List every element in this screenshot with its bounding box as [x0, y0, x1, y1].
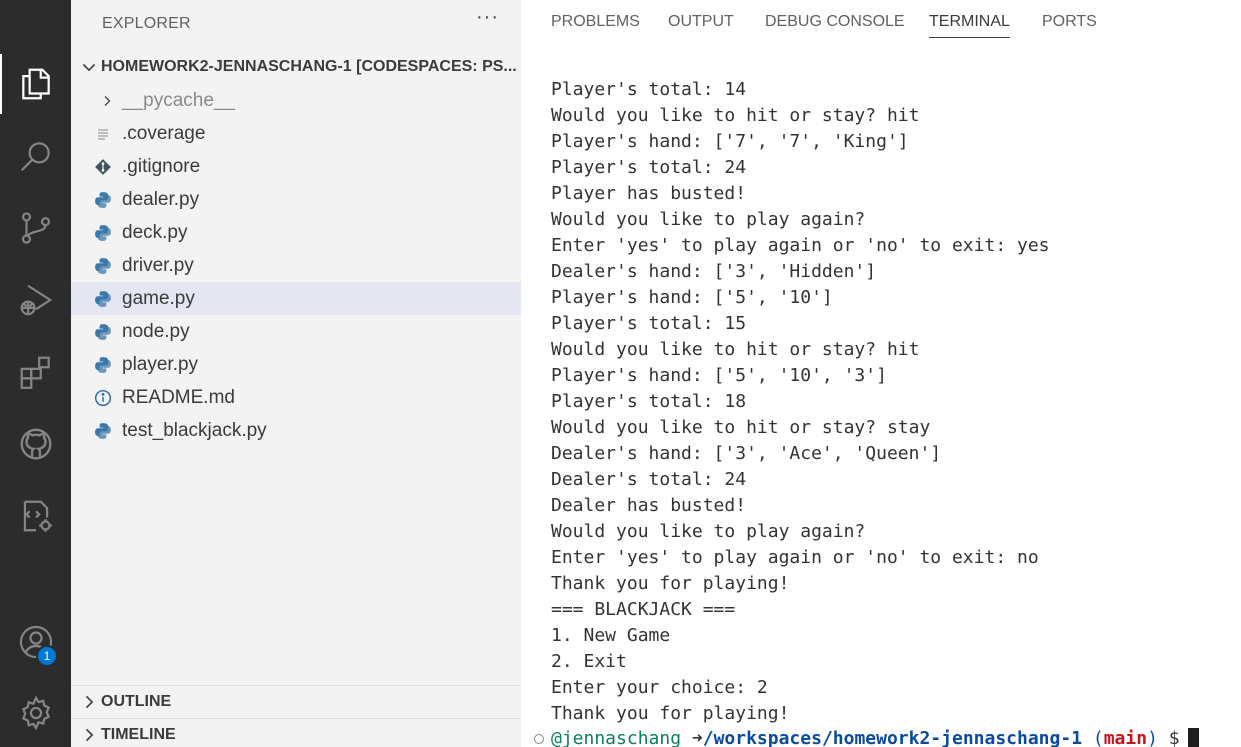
- file-label: .coverage: [122, 122, 206, 144]
- terminal-line: Player's hand: ['5', '10', '3']: [551, 365, 887, 386]
- terminal-line: Enter your choice: 2: [551, 677, 768, 698]
- remote-explorer-icon[interactable]: [0, 486, 71, 546]
- tab-problems[interactable]: PROBLEMS: [551, 13, 640, 37]
- tab-terminal[interactable]: TERMINAL: [929, 13, 1010, 38]
- explorer-icon[interactable]: [0, 54, 71, 114]
- file-item-readme[interactable]: README.md: [71, 381, 521, 414]
- tab-output[interactable]: OUTPUT: [668, 13, 734, 37]
- tab-ports[interactable]: PORTS: [1042, 13, 1097, 37]
- terminal-line: 2. Exit: [551, 651, 627, 672]
- chevron-down-icon: [82, 63, 96, 72]
- terminal-line: Enter 'yes' to play again or 'no' to exi…: [551, 235, 1050, 256]
- prompt-user: @jennaschang: [551, 728, 682, 747]
- explorer-sidebar: EXPLORER ··· HOMEWORK2-JENNASCHANG-1 [CO…: [71, 0, 521, 747]
- file-label: player.py: [122, 353, 199, 375]
- outline-label: OUTLINE: [101, 693, 172, 710]
- prompt-dollar: $: [1168, 728, 1180, 747]
- prompt-path: /workspaces/homework2-jennaschang-1: [702, 728, 1083, 747]
- python-icon: [93, 421, 113, 441]
- file-item-dealer[interactable]: dealer.py: [71, 183, 521, 216]
- file-label: node.py: [122, 320, 190, 342]
- file-item-gitignore[interactable]: .gitignore: [71, 150, 521, 183]
- bottom-panel: PROBLEMS OUTPUT DEBUG CONSOLE TERMINAL P…: [521, 0, 1241, 747]
- lines-icon: [93, 124, 113, 144]
- terminal-line: 1. New Game: [551, 625, 671, 646]
- search-icon[interactable]: [0, 126, 71, 186]
- terminal-prompt[interactable]: @jennaschang ➜ /workspaces/homework2-jen…: [534, 726, 1199, 747]
- file-item-game[interactable]: game.py: [71, 282, 521, 315]
- terminal-line: Dealer has busted!: [551, 495, 747, 516]
- activity-bar: 1: [0, 0, 71, 747]
- workspace-folder-name: HOMEWORK2-JENNASCHANG-1 [CODESPACES: PS.…: [101, 58, 516, 75]
- file-item-node[interactable]: node.py: [71, 315, 521, 348]
- chevron-right-icon: [85, 728, 94, 742]
- file-item-driver[interactable]: driver.py: [71, 249, 521, 282]
- terminal-line: Would you like to play again?: [551, 521, 866, 542]
- timeline-label: TIMELINE: [101, 726, 176, 743]
- git-icon: [93, 157, 113, 177]
- terminal-line: Player's total: 14: [551, 79, 747, 100]
- terminal-line: Player's hand: ['7', '7', 'King']: [551, 131, 909, 152]
- file-label: deck.py: [122, 221, 188, 243]
- terminal-line: Would you like to hit or stay? stay: [551, 417, 931, 438]
- terminal-line: Dealer's total: 24: [551, 469, 747, 490]
- python-icon: [93, 256, 113, 276]
- command-decoration-icon: [534, 734, 544, 744]
- terminal-output[interactable]: Player's total: 14 Would you like to hit…: [551, 77, 1050, 727]
- panel-tabs: PROBLEMS OUTPUT DEBUG CONSOLE TERMINAL P…: [521, 0, 1241, 50]
- settings-gear-icon[interactable]: [0, 683, 71, 743]
- terminal-line: Player's total: 18: [551, 391, 747, 412]
- github-icon[interactable]: [0, 414, 71, 474]
- terminal-line: Thank you for playing!: [551, 573, 790, 594]
- run-debug-icon[interactable]: [0, 270, 71, 330]
- python-icon: [93, 190, 113, 210]
- terminal-line: === BLACKJACK ===: [551, 599, 736, 620]
- terminal-line: Player's total: 15: [551, 313, 747, 334]
- prompt-branch: main: [1103, 728, 1148, 747]
- file-label: test_blackjack.py: [122, 419, 267, 441]
- chevron-right-icon: [85, 695, 94, 709]
- accounts-icon[interactable]: [0, 612, 71, 672]
- terminal-line: Player's hand: ['5', '10']: [551, 287, 833, 308]
- python-icon: [93, 355, 113, 375]
- terminal-line: Player has busted!: [551, 183, 747, 204]
- extensions-icon[interactable]: [0, 342, 71, 402]
- terminal-line: Thank you for playing!: [551, 703, 790, 724]
- sidebar-title: EXPLORER: [102, 15, 191, 32]
- file-label: README.md: [122, 386, 235, 408]
- outline-section[interactable]: OUTLINE: [71, 685, 521, 718]
- file-label: driver.py: [122, 254, 194, 276]
- terminal-line: Would you like to hit or stay? hit: [551, 105, 920, 126]
- prompt-arrow: ➜: [691, 728, 703, 747]
- timeline-section[interactable]: TIMELINE: [71, 718, 521, 747]
- source-control-icon[interactable]: [0, 198, 71, 258]
- prompt-branch-open: (: [1092, 728, 1104, 747]
- file-item-coverage[interactable]: .coverage: [71, 117, 521, 150]
- python-icon: [93, 223, 113, 243]
- terminal-cursor: [1187, 728, 1199, 747]
- info-icon: [93, 388, 113, 408]
- workspace-folder[interactable]: HOMEWORK2-JENNASCHANG-1 [CODESPACES: PS.…: [71, 52, 521, 82]
- tab-debug-console[interactable]: DEBUG CONSOLE: [765, 13, 905, 37]
- file-item-player[interactable]: player.py: [71, 348, 521, 381]
- terminal-line: Would you like to play again?: [551, 209, 866, 230]
- terminal-line: Dealer's hand: ['3', 'Hidden']: [551, 261, 877, 282]
- accounts-badge: 1: [36, 645, 58, 667]
- python-icon: [93, 289, 113, 309]
- prompt-branch-close: ): [1147, 728, 1158, 747]
- terminal-line: Player's total: 24: [551, 157, 747, 178]
- more-actions-icon[interactable]: ···: [476, 6, 499, 29]
- file-label: game.py: [122, 287, 195, 309]
- terminal-line: Dealer's hand: ['3', 'Ace', 'Queen']: [551, 443, 942, 464]
- file-item-test-blackjack[interactable]: test_blackjack.py: [71, 414, 521, 447]
- terminal-line: Would you like to hit or stay? hit: [551, 339, 920, 360]
- folder-item-pycache[interactable]: __pycache__: [71, 84, 521, 117]
- file-label: __pycache__: [122, 89, 236, 111]
- file-item-deck[interactable]: deck.py: [71, 216, 521, 249]
- file-label: .gitignore: [122, 155, 201, 177]
- chevron-right-icon: [97, 91, 117, 111]
- terminal-line: Enter 'yes' to play again or 'no' to exi…: [551, 547, 1039, 568]
- python-icon: [93, 322, 113, 342]
- file-label: dealer.py: [122, 188, 200, 210]
